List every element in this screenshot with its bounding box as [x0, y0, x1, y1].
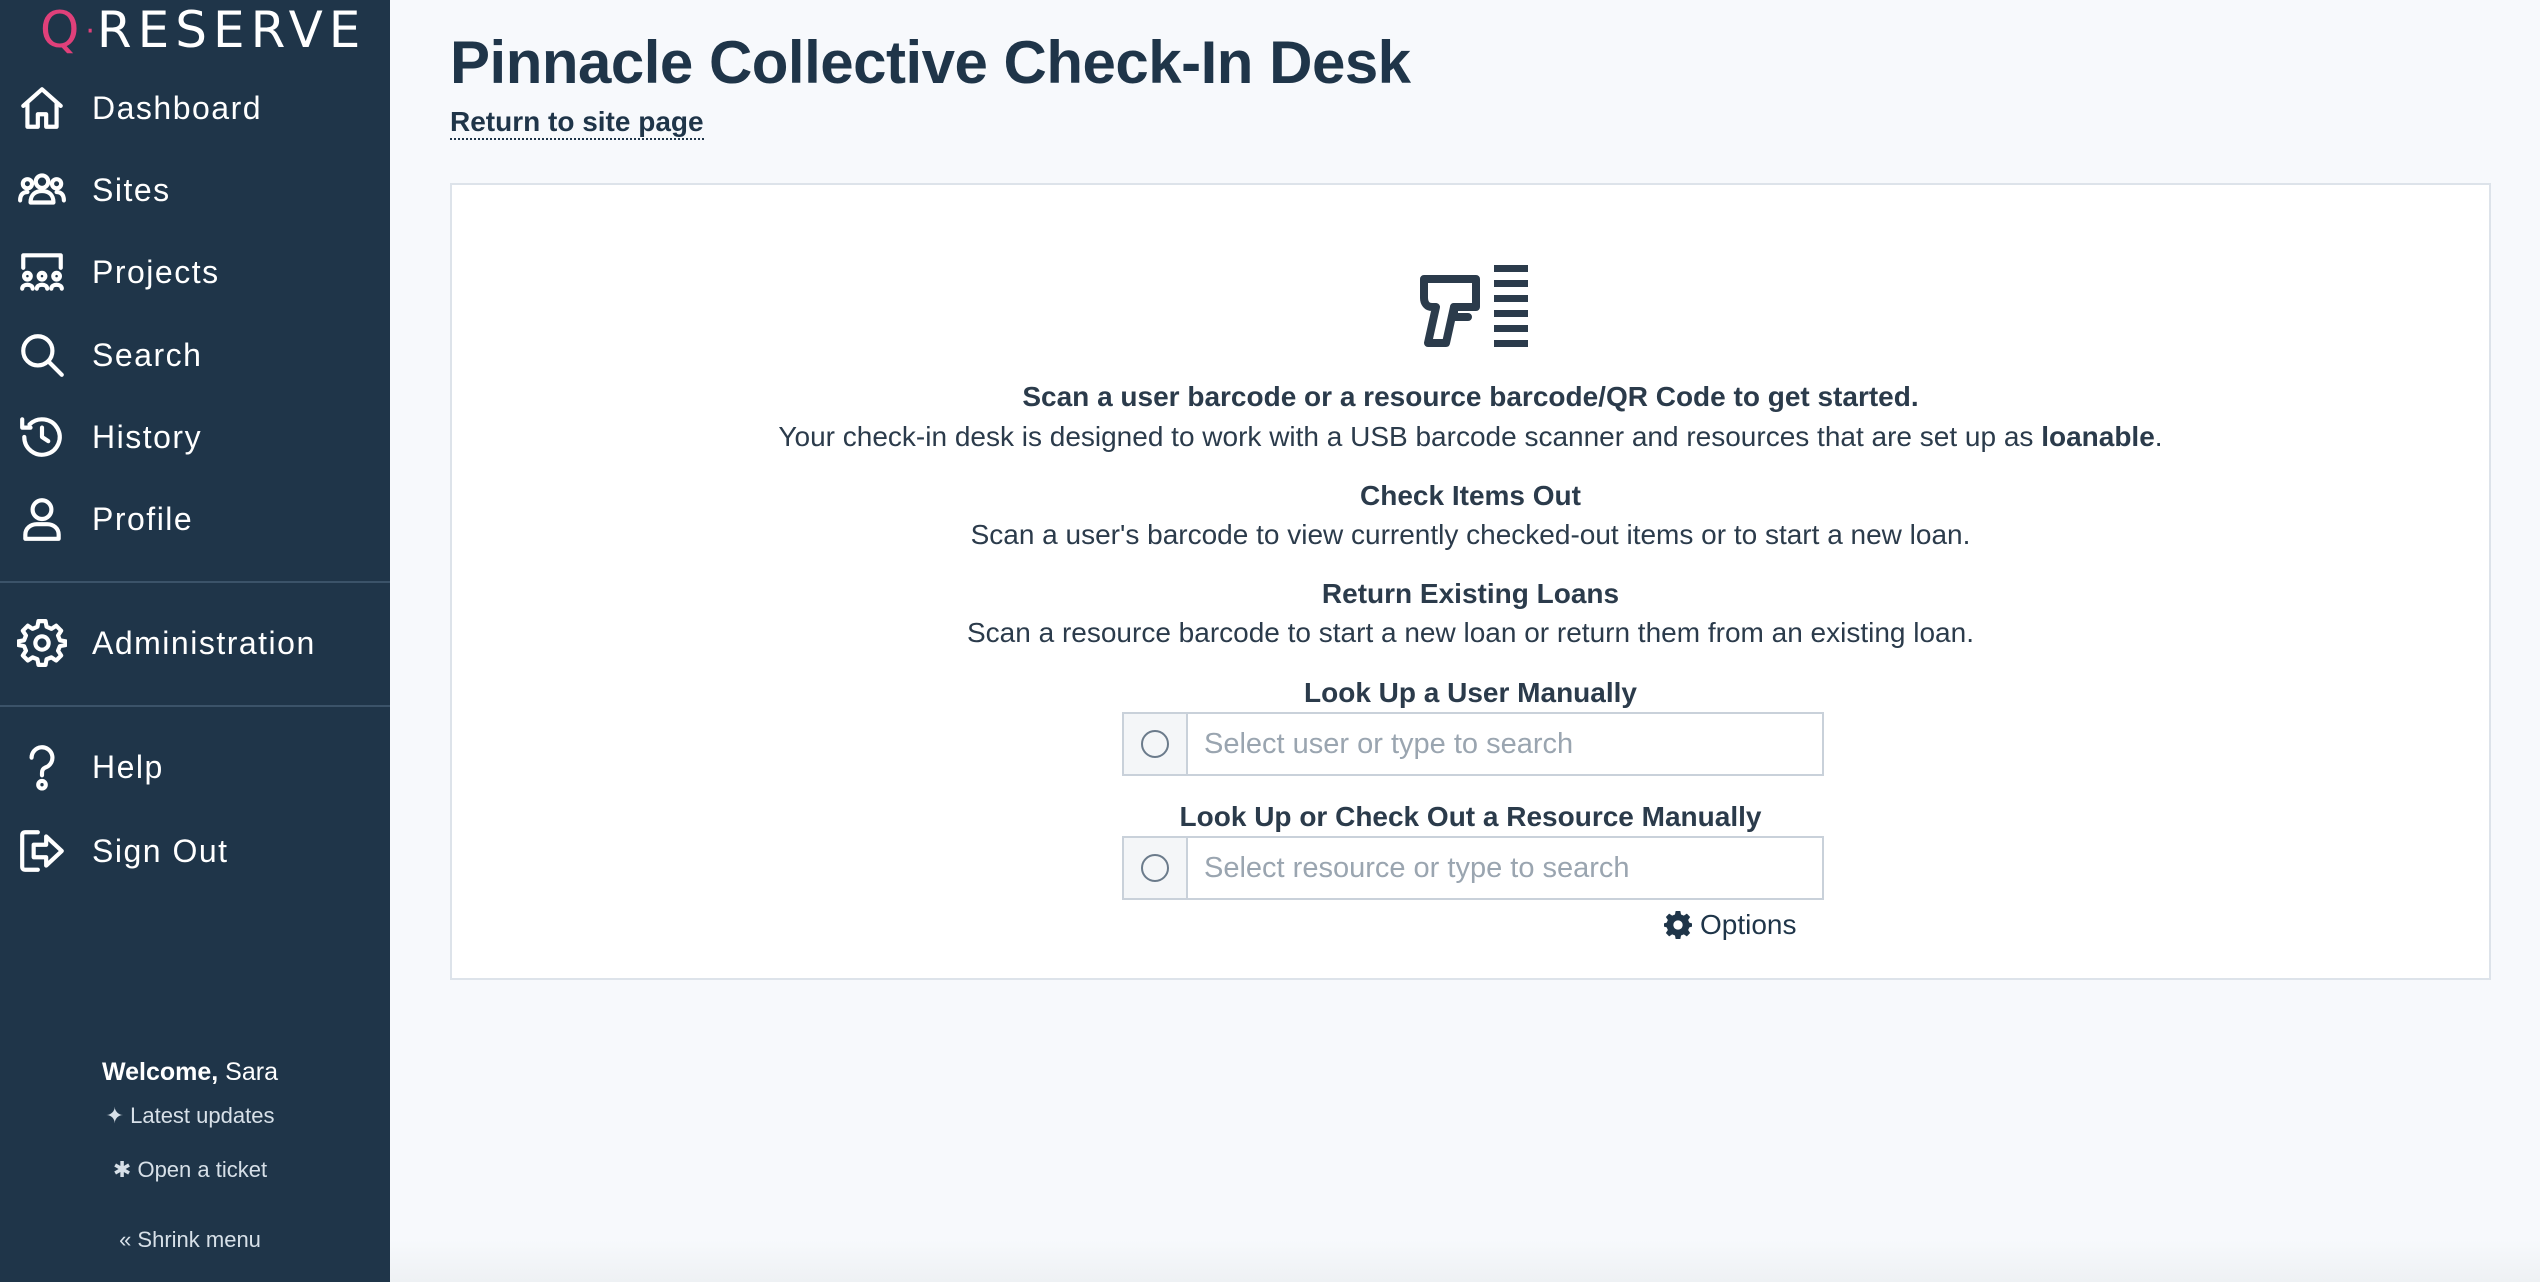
logo-q: Q: [40, 1, 86, 59]
sidebar-divider: [0, 705, 390, 707]
latest-updates-label: Latest updates: [130, 1103, 275, 1128]
circle-icon: [1141, 730, 1169, 758]
user-search-placeholder: Select user or type to search: [1204, 727, 1574, 760]
user-search-input[interactable]: Select user or type to search: [1122, 712, 1824, 776]
users-icon: [17, 165, 67, 215]
sidebar-item-label: Help: [92, 748, 164, 785]
options-button[interactable]: Options: [1664, 909, 1797, 941]
intro-text-end: .: [2154, 421, 2163, 452]
resource-lookup-heading: Look Up or Check Out a Resource Manually: [1179, 801, 1762, 832]
sidebar-item-label: Projects: [92, 253, 220, 290]
resource-select-radio[interactable]: [1124, 838, 1188, 898]
sidebar-item-label: Sites: [92, 171, 171, 208]
sparkle-icon: ✦: [105, 1103, 124, 1128]
sidebar-item-label: Profile: [92, 500, 194, 537]
gear-icon: [16, 618, 68, 668]
intro-heading: Scan a user barcode or a resource barcod…: [1022, 381, 1919, 412]
history-icon: [17, 412, 67, 462]
sidebar-item-label: Sign Out: [92, 832, 229, 869]
bug-icon: ✱: [112, 1157, 132, 1182]
logo-dot: ·: [85, 14, 97, 49]
return-to-site-link[interactable]: Return to site page: [450, 106, 704, 140]
sidebar: Q·RESERVE Dashboard Sites Projects Searc…: [0, 0, 390, 1282]
welcome-prefix: Welcome,: [101, 1058, 219, 1086]
return-text: Scan a resource barcode to start a new l…: [967, 617, 1974, 648]
open-ticket-link[interactable]: ✱ Open a ticket: [0, 1157, 380, 1183]
sidebar-divider: [0, 581, 390, 583]
page-title: Pinnacle Collective Check-In Desk: [450, 29, 1411, 96]
sidebar-item-history[interactable]: History: [0, 401, 390, 473]
user-lookup-heading: Look Up a User Manually: [1304, 677, 1637, 708]
options-label: Options: [1700, 909, 1797, 940]
barcode-scanner-icon: [1420, 265, 1528, 347]
resource-search-placeholder: Select resource or type to search: [1204, 851, 1630, 884]
intro-text-bold: loanable: [2041, 421, 2155, 452]
gear-icon: [1664, 911, 1692, 939]
intro-text: Your check-in desk is designed to work w…: [452, 421, 2489, 453]
intro-text-body: Your check-in desk is designed to work w…: [778, 421, 2042, 452]
check-in-card: Scan a user barcode or a resource barcod…: [450, 183, 2491, 980]
page-bottom-shade: [390, 1240, 2540, 1282]
shrink-menu-label: « Shrink menu: [119, 1227, 261, 1252]
sidebar-item-projects[interactable]: Projects: [0, 236, 390, 308]
sign-out-icon: [17, 826, 67, 876]
sidebar-item-help[interactable]: Help: [0, 731, 390, 803]
app-logo[interactable]: Q·RESERVE: [40, 2, 366, 66]
sidebar-item-sites[interactable]: Sites: [0, 154, 390, 226]
user-select-radio[interactable]: [1124, 714, 1188, 774]
search-icon: [17, 330, 67, 380]
help-icon: [17, 742, 67, 792]
resource-search-input[interactable]: Select resource or type to search: [1122, 836, 1824, 900]
checkout-heading: Check Items Out: [1360, 480, 1581, 511]
sidebar-item-label: Administration: [92, 624, 316, 661]
user-icon: [17, 494, 67, 544]
home-icon: [17, 83, 67, 133]
logo-name: RESERVE: [96, 1, 367, 59]
sidebar-item-label: Dashboard: [92, 89, 263, 126]
return-heading: Return Existing Loans: [1321, 578, 1620, 609]
welcome-message: Welcome, Sara: [0, 1058, 380, 1087]
sidebar-item-search[interactable]: Search: [0, 319, 390, 391]
sidebar-item-profile[interactable]: Profile: [0, 483, 390, 555]
checkout-text: Scan a user's barcode to view currently …: [970, 519, 1971, 550]
sidebar-item-administration[interactable]: Administration: [0, 607, 390, 679]
latest-updates-link[interactable]: ✦ Latest updates: [0, 1103, 380, 1129]
shrink-menu-button[interactable]: « Shrink menu: [0, 1227, 380, 1253]
circle-icon: [1141, 854, 1169, 882]
sidebar-item-sign-out[interactable]: Sign Out: [0, 815, 390, 887]
welcome-name: Sara: [218, 1058, 278, 1086]
sidebar-item-label: Search: [92, 336, 203, 373]
projects-icon: [17, 247, 67, 297]
open-ticket-label: Open a ticket: [137, 1157, 268, 1182]
sidebar-item-dashboard[interactable]: Dashboard: [0, 72, 390, 144]
sidebar-item-label: History: [92, 418, 203, 455]
